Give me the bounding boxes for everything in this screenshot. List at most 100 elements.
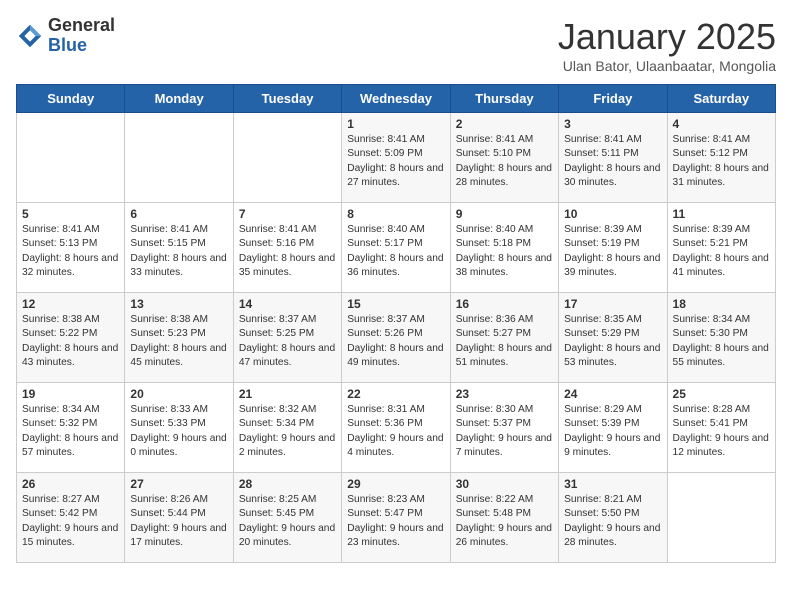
- calendar-cell: [17, 113, 125, 203]
- logo: General Blue: [16, 16, 115, 56]
- day-info: Sunrise: 8:41 AMSunset: 5:16 PMDaylight:…: [239, 223, 336, 280]
- page-header: General Blue January 2025 Ulan Bator, Ul…: [16, 16, 776, 74]
- day-info: Sunrise: 8:37 AMSunset: 5:26 PMDaylight:…: [347, 313, 444, 370]
- day-number: 30: [456, 477, 553, 491]
- day-number: 5: [22, 207, 119, 221]
- logo-general-text: General: [48, 16, 115, 36]
- day-number: 26: [22, 477, 119, 491]
- calendar-cell: 16 Sunrise: 8:36 AMSunset: 5:27 PMDayligh…: [450, 293, 558, 383]
- calendar-cell: 20 Sunrise: 8:33 AMSunset: 5:33 PMDayligh…: [125, 383, 233, 473]
- day-of-week-header: Sunday: [17, 85, 125, 113]
- day-of-week-header: Friday: [559, 85, 667, 113]
- calendar-cell: 24 Sunrise: 8:29 AMSunset: 5:39 PMDayligh…: [559, 383, 667, 473]
- calendar-cell: 6 Sunrise: 8:41 AMSunset: 5:15 PMDaylight…: [125, 203, 233, 293]
- day-info: Sunrise: 8:25 AMSunset: 5:45 PMDaylight:…: [239, 493, 336, 550]
- calendar-cell: 30 Sunrise: 8:22 AMSunset: 5:48 PMDayligh…: [450, 473, 558, 563]
- day-info: Sunrise: 8:30 AMSunset: 5:37 PMDaylight:…: [456, 403, 553, 460]
- day-of-week-header: Tuesday: [233, 85, 341, 113]
- calendar-week-row: 12 Sunrise: 8:38 AMSunset: 5:22 PMDayligh…: [17, 293, 776, 383]
- day-number: 13: [130, 297, 227, 311]
- day-number: 6: [130, 207, 227, 221]
- day-number: 8: [347, 207, 444, 221]
- day-info: Sunrise: 8:41 AMSunset: 5:09 PMDaylight:…: [347, 133, 444, 190]
- calendar-header: SundayMondayTuesdayWednesdayThursdayFrid…: [17, 85, 776, 113]
- calendar-cell: 2 Sunrise: 8:41 AMSunset: 5:10 PMDaylight…: [450, 113, 558, 203]
- header-row: SundayMondayTuesdayWednesdayThursdayFrid…: [17, 85, 776, 113]
- day-info: Sunrise: 8:41 AMSunset: 5:13 PMDaylight:…: [22, 223, 119, 280]
- calendar-body: 1Sunrise: 8:41 AMSunset: 5:09 PMDaylight…: [17, 113, 776, 563]
- calendar-cell: 10 Sunrise: 8:39 AMSunset: 5:19 PMDayligh…: [559, 203, 667, 293]
- calendar-cell: 14 Sunrise: 8:37 AMSunset: 5:25 PMDayligh…: [233, 293, 341, 383]
- calendar-week-row: 26 Sunrise: 8:27 AMSunset: 5:42 PMDayligh…: [17, 473, 776, 563]
- calendar-cell: 19 Sunrise: 8:34 AMSunset: 5:32 PMDayligh…: [17, 383, 125, 473]
- day-info: Sunrise: 8:22 AMSunset: 5:48 PMDaylight:…: [456, 493, 553, 550]
- day-number: 29: [347, 477, 444, 491]
- day-info: Sunrise: 8:23 AMSunset: 5:47 PMDaylight:…: [347, 493, 444, 550]
- calendar-cell: 13Sunrise: 8:38 AMSunset: 5:23 PMDayligh…: [125, 293, 233, 383]
- day-info: Sunrise: 8:37 AMSunset: 5:25 PMDaylight:…: [239, 313, 336, 370]
- day-number: 2: [456, 117, 553, 131]
- location-subtitle: Ulan Bator, Ulaanbaatar, Mongolia: [558, 58, 776, 74]
- day-info: Sunrise: 8:32 AMSunset: 5:34 PMDaylight:…: [239, 403, 336, 460]
- calendar-cell: 11 Sunrise: 8:39 AMSunset: 5:21 PMDayligh…: [667, 203, 775, 293]
- day-number: 15: [347, 297, 444, 311]
- day-number: 19: [22, 387, 119, 401]
- day-info: Sunrise: 8:41 AMSunset: 5:10 PMDaylight:…: [456, 133, 553, 190]
- calendar-cell: 12 Sunrise: 8:38 AMSunset: 5:22 PMDayligh…: [17, 293, 125, 383]
- day-of-week-header: Wednesday: [342, 85, 450, 113]
- calendar-cell: 29 Sunrise: 8:23 AMSunset: 5:47 PMDayligh…: [342, 473, 450, 563]
- day-info: Sunrise: 8:31 AMSunset: 5:36 PMDaylight:…: [347, 403, 444, 460]
- day-number: 24: [564, 387, 661, 401]
- day-info: Sunrise: 8:26 AMSunset: 5:44 PMDaylight:…: [130, 493, 227, 550]
- day-info: Sunrise: 8:34 AMSunset: 5:30 PMDaylight:…: [673, 313, 770, 370]
- day-number: 11: [673, 207, 770, 221]
- calendar-cell: [233, 113, 341, 203]
- calendar-week-row: 19 Sunrise: 8:34 AMSunset: 5:32 PMDayligh…: [17, 383, 776, 473]
- day-of-week-header: Saturday: [667, 85, 775, 113]
- calendar-cell: 15 Sunrise: 8:37 AMSunset: 5:26 PMDayligh…: [342, 293, 450, 383]
- day-number: 12: [22, 297, 119, 311]
- day-number: 31: [564, 477, 661, 491]
- calendar-cell: 27Sunrise: 8:26 AMSunset: 5:44 PMDayligh…: [125, 473, 233, 563]
- day-number: 16: [456, 297, 553, 311]
- day-info: Sunrise: 8:34 AMSunset: 5:32 PMDaylight:…: [22, 403, 119, 460]
- calendar-table: SundayMondayTuesdayWednesdayThursdayFrid…: [16, 84, 776, 563]
- calendar-cell: 21 Sunrise: 8:32 AMSunset: 5:34 PMDayligh…: [233, 383, 341, 473]
- day-info: Sunrise: 8:41 AMSunset: 5:15 PMDaylight:…: [130, 223, 227, 280]
- day-number: 28: [239, 477, 336, 491]
- calendar-cell: 28 Sunrise: 8:25 AMSunset: 5:45 PMDayligh…: [233, 473, 341, 563]
- calendar-cell: 18 Sunrise: 8:34 AMSunset: 5:30 PMDayligh…: [667, 293, 775, 383]
- day-info: Sunrise: 8:41 AMSunset: 5:11 PMDaylight:…: [564, 133, 661, 190]
- day-info: Sunrise: 8:27 AMSunset: 5:42 PMDaylight:…: [22, 493, 119, 550]
- calendar-cell: [125, 113, 233, 203]
- calendar-cell: 31 Sunrise: 8:21 AMSunset: 5:50 PMDayligh…: [559, 473, 667, 563]
- logo-icon: [16, 22, 44, 50]
- day-info: Sunrise: 8:21 AMSunset: 5:50 PMDaylight:…: [564, 493, 661, 550]
- calendar-cell: [667, 473, 775, 563]
- day-info: Sunrise: 8:41 AMSunset: 5:12 PMDaylight:…: [673, 133, 770, 190]
- logo-blue-text: Blue: [48, 36, 115, 56]
- day-number: 18: [673, 297, 770, 311]
- calendar-cell: 3 Sunrise: 8:41 AMSunset: 5:11 PMDaylight…: [559, 113, 667, 203]
- day-of-week-header: Thursday: [450, 85, 558, 113]
- day-number: 21: [239, 387, 336, 401]
- day-info: Sunrise: 8:33 AMSunset: 5:33 PMDaylight:…: [130, 403, 227, 460]
- day-info: Sunrise: 8:39 AMSunset: 5:19 PMDaylight:…: [564, 223, 661, 280]
- calendar-cell: 5 Sunrise: 8:41 AMSunset: 5:13 PMDaylight…: [17, 203, 125, 293]
- day-number: 10: [564, 207, 661, 221]
- day-info: Sunrise: 8:40 AMSunset: 5:18 PMDaylight:…: [456, 223, 553, 280]
- day-info: Sunrise: 8:36 AMSunset: 5:27 PMDaylight:…: [456, 313, 553, 370]
- day-number: 20: [130, 387, 227, 401]
- calendar-cell: 26 Sunrise: 8:27 AMSunset: 5:42 PMDayligh…: [17, 473, 125, 563]
- calendar-week-row: 5 Sunrise: 8:41 AMSunset: 5:13 PMDaylight…: [17, 203, 776, 293]
- day-number: 3: [564, 117, 661, 131]
- day-number: 14: [239, 297, 336, 311]
- day-info: Sunrise: 8:29 AMSunset: 5:39 PMDaylight:…: [564, 403, 661, 460]
- day-info: Sunrise: 8:39 AMSunset: 5:21 PMDaylight:…: [673, 223, 770, 280]
- calendar-cell: 25Sunrise: 8:28 AMSunset: 5:41 PMDayligh…: [667, 383, 775, 473]
- calendar-cell: 17Sunrise: 8:35 AMSunset: 5:29 PMDayligh…: [559, 293, 667, 383]
- day-info: Sunrise: 8:38 AMSunset: 5:22 PMDaylight:…: [22, 313, 119, 370]
- calendar-week-row: 1Sunrise: 8:41 AMSunset: 5:09 PMDaylight…: [17, 113, 776, 203]
- calendar-cell: 8Sunrise: 8:40 AMSunset: 5:17 PMDaylight…: [342, 203, 450, 293]
- calendar-cell: 23Sunrise: 8:30 AMSunset: 5:37 PMDayligh…: [450, 383, 558, 473]
